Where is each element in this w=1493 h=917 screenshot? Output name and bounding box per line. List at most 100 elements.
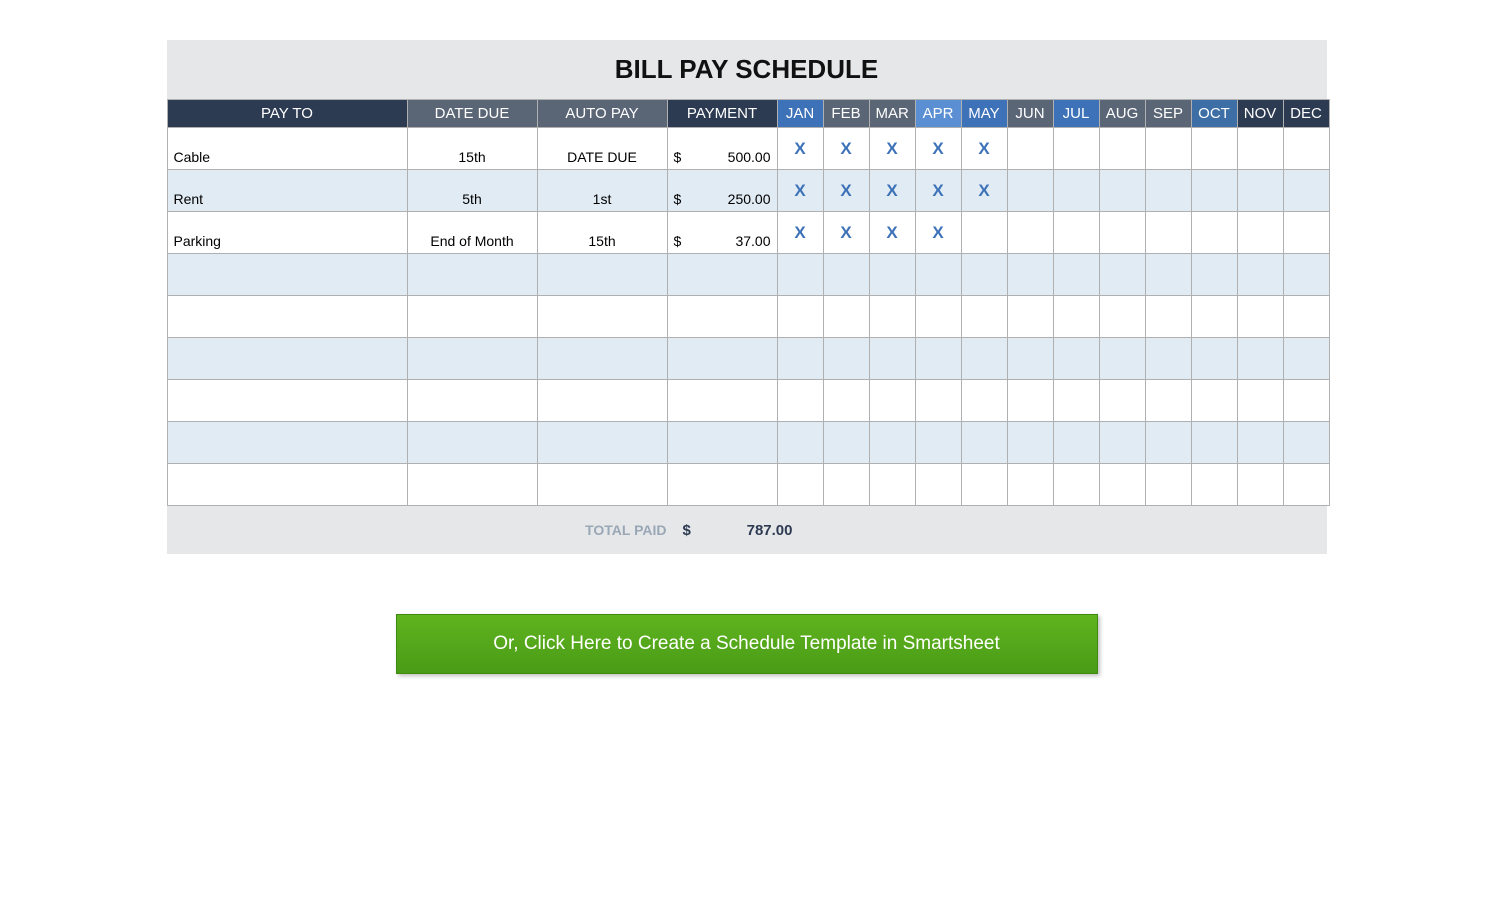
cell-auto-pay[interactable] <box>537 338 667 380</box>
cell-month[interactable] <box>1007 464 1053 506</box>
cell-month[interactable] <box>1191 464 1237 506</box>
cell-month[interactable] <box>777 464 823 506</box>
cell-month[interactable] <box>1099 170 1145 212</box>
cell-pay-to[interactable] <box>167 338 407 380</box>
cell-payment[interactable] <box>667 464 777 506</box>
cell-date-due[interactable] <box>407 254 537 296</box>
cell-payment[interactable] <box>667 296 777 338</box>
cell-month[interactable]: X <box>869 128 915 170</box>
cell-month[interactable] <box>1053 170 1099 212</box>
cell-month[interactable] <box>1191 422 1237 464</box>
cell-month[interactable] <box>1237 380 1283 422</box>
cell-month[interactable] <box>869 338 915 380</box>
cell-month[interactable] <box>1007 212 1053 254</box>
cell-month[interactable] <box>1237 254 1283 296</box>
cell-month[interactable] <box>1283 338 1329 380</box>
cell-pay-to[interactable] <box>167 380 407 422</box>
cell-month[interactable] <box>1283 128 1329 170</box>
cell-month[interactable] <box>777 380 823 422</box>
cell-month[interactable] <box>1191 380 1237 422</box>
cell-month[interactable] <box>915 254 961 296</box>
cell-month[interactable] <box>961 296 1007 338</box>
cell-month[interactable] <box>777 422 823 464</box>
cell-month[interactable]: X <box>777 212 823 254</box>
cell-payment[interactable]: $500.00 <box>667 128 777 170</box>
cell-month[interactable] <box>869 464 915 506</box>
cell-month[interactable]: X <box>915 128 961 170</box>
cell-pay-to[interactable] <box>167 254 407 296</box>
cell-month[interactable] <box>1283 380 1329 422</box>
cell-month[interactable] <box>915 296 961 338</box>
cell-pay-to[interactable]: Parking <box>167 212 407 254</box>
cell-month[interactable] <box>1007 338 1053 380</box>
cell-month[interactable] <box>823 380 869 422</box>
cell-month[interactable]: X <box>823 212 869 254</box>
cell-payment[interactable] <box>667 338 777 380</box>
cell-date-due[interactable] <box>407 338 537 380</box>
cell-month[interactable]: X <box>777 170 823 212</box>
cell-month[interactable] <box>1099 254 1145 296</box>
cell-month[interactable] <box>1237 128 1283 170</box>
cell-auto-pay[interactable]: DATE DUE <box>537 128 667 170</box>
cell-pay-to[interactable]: Rent <box>167 170 407 212</box>
cell-month[interactable] <box>1191 296 1237 338</box>
cell-month[interactable] <box>961 422 1007 464</box>
cell-month[interactable] <box>1099 422 1145 464</box>
cell-month[interactable] <box>1099 338 1145 380</box>
cell-month[interactable] <box>869 254 915 296</box>
cell-month[interactable] <box>1237 212 1283 254</box>
cell-month[interactable] <box>1145 338 1191 380</box>
cell-month[interactable]: X <box>915 170 961 212</box>
cell-month[interactable] <box>1053 380 1099 422</box>
cell-auto-pay[interactable] <box>537 422 667 464</box>
cell-month[interactable] <box>823 254 869 296</box>
cell-month[interactable] <box>915 464 961 506</box>
cell-month[interactable] <box>1053 212 1099 254</box>
cell-month[interactable] <box>1007 254 1053 296</box>
cell-month[interactable] <box>1053 422 1099 464</box>
cell-payment[interactable]: $37.00 <box>667 212 777 254</box>
cell-month[interactable] <box>1237 422 1283 464</box>
cell-month[interactable] <box>823 422 869 464</box>
cell-month[interactable] <box>1283 464 1329 506</box>
cell-auto-pay[interactable] <box>537 380 667 422</box>
cell-month[interactable] <box>1237 170 1283 212</box>
cell-month[interactable]: X <box>915 212 961 254</box>
cell-payment[interactable] <box>667 422 777 464</box>
cell-month[interactable]: X <box>777 128 823 170</box>
cell-month[interactable] <box>1237 464 1283 506</box>
cell-month[interactable]: X <box>961 128 1007 170</box>
cell-month[interactable] <box>1237 338 1283 380</box>
cell-month[interactable] <box>1191 338 1237 380</box>
cell-month[interactable] <box>1099 128 1145 170</box>
cell-month[interactable] <box>777 338 823 380</box>
cell-month[interactable] <box>1145 128 1191 170</box>
cell-month[interactable] <box>1053 464 1099 506</box>
cell-month[interactable] <box>961 254 1007 296</box>
cell-month[interactable] <box>823 338 869 380</box>
cell-payment[interactable] <box>667 254 777 296</box>
cell-month[interactable] <box>1099 296 1145 338</box>
cell-month[interactable] <box>1237 296 1283 338</box>
cell-pay-to[interactable]: Cable <box>167 128 407 170</box>
cell-month[interactable] <box>1283 212 1329 254</box>
cell-month[interactable] <box>1007 296 1053 338</box>
cell-month[interactable] <box>1145 380 1191 422</box>
cell-month[interactable] <box>915 338 961 380</box>
cell-month[interactable] <box>869 422 915 464</box>
cell-auto-pay[interactable] <box>537 464 667 506</box>
cell-month[interactable] <box>915 380 961 422</box>
cell-month[interactable] <box>1283 422 1329 464</box>
cell-month[interactable] <box>1007 128 1053 170</box>
cell-month[interactable] <box>961 338 1007 380</box>
cell-month[interactable] <box>1191 128 1237 170</box>
cell-month[interactable] <box>1145 296 1191 338</box>
cell-month[interactable] <box>961 380 1007 422</box>
cell-month[interactable] <box>869 296 915 338</box>
cell-month[interactable] <box>777 254 823 296</box>
cell-payment[interactable]: $250.00 <box>667 170 777 212</box>
cell-month[interactable] <box>869 380 915 422</box>
cell-month[interactable] <box>961 212 1007 254</box>
cell-month[interactable] <box>1053 296 1099 338</box>
cell-auto-pay[interactable] <box>537 254 667 296</box>
